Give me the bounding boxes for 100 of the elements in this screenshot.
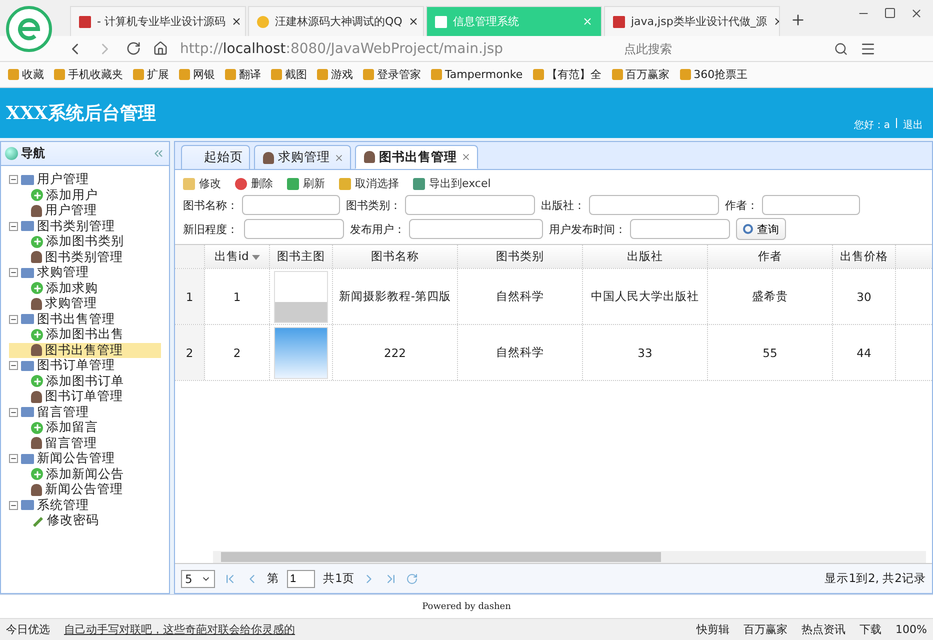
bookmark-item[interactable]: 登录管家 [363, 67, 421, 82]
status-item[interactable]: 百万赢家 [744, 622, 788, 637]
tree-item[interactable]: 添加图书订单 [9, 374, 161, 389]
close-tab-icon[interactable] [408, 16, 420, 27]
column-header[interactable]: 图书名称 [333, 245, 458, 268]
browser-logo[interactable] [6, 6, 52, 52]
tree-item[interactable]: 添加图书出售 [9, 327, 161, 342]
tree-item[interactable]: 添加求购 [9, 280, 161, 296]
column-header[interactable]: 作者 [708, 245, 833, 268]
tree-group[interactable]: 图书订单管理 [9, 358, 161, 374]
filter-field[interactable] [589, 195, 719, 215]
bookmark-item[interactable]: 百万赢家 [612, 67, 670, 82]
content-tab[interactable]: 起始页 [181, 145, 250, 169]
toolbar-button[interactable]: 导出到excel [413, 176, 491, 191]
filter-field[interactable] [405, 195, 535, 215]
toggle-icon[interactable] [9, 361, 18, 370]
browser-tab[interactable]: 汪建林源码大神调试的QQ [248, 6, 424, 36]
toolbar-button[interactable]: 刷新 [287, 176, 325, 191]
search-button[interactable]: 查询 [736, 218, 786, 240]
filter-label: 新旧程度： [183, 222, 238, 236]
toggle-icon[interactable] [9, 268, 18, 278]
content-tab[interactable]: 图书出售管理 [355, 145, 478, 169]
toggle-icon[interactable] [9, 408, 18, 417]
tree-group[interactable]: 图书出售管理 [9, 312, 161, 327]
bookmark-item[interactable]: Tampermonke [431, 68, 523, 81]
status-item[interactable]: 快剪辑 [696, 622, 730, 637]
tree-item[interactable]: 添加用户 [9, 188, 161, 203]
column-header[interactable]: 出版社 [583, 245, 708, 268]
browser-tab[interactable]: - 计算机专业毕业设计源码 [70, 6, 246, 36]
page-label: 第 [267, 571, 279, 586]
tree-group[interactable]: 求购管理 [9, 265, 161, 280]
tree-item[interactable]: 修改密码 [9, 513, 161, 528]
home-icon[interactable] [153, 41, 168, 56]
table-cell: 30 [833, 269, 896, 324]
toolbar-button[interactable]: 取消选择 [339, 176, 399, 191]
status-item[interactable]: 下载 [860, 622, 882, 637]
tree-item[interactable]: 求购管理 [9, 296, 161, 312]
tree-item[interactable]: 图书订单管理 [9, 389, 161, 404]
bookmark-item[interactable]: 翻译 [225, 67, 261, 82]
tree-item[interactable]: 留言管理 [9, 436, 161, 451]
bookmark-item[interactable]: 收藏 [8, 67, 44, 82]
bookmark-icon [612, 69, 623, 80]
column-header[interactable]: 出售id [205, 245, 270, 268]
filter-field[interactable] [244, 219, 344, 239]
tool-icon [287, 178, 299, 190]
close-tab-icon[interactable] [231, 16, 242, 27]
tree-item[interactable]: 图书类别管理 [9, 250, 161, 265]
toggle-icon[interactable] [9, 500, 18, 510]
news-link[interactable]: 自己动手写对联吧，这些奇葩对联会给你灵感的 [64, 622, 295, 637]
toggle-icon[interactable] [9, 175, 18, 184]
column-header[interactable]: 图书主图 [270, 245, 333, 268]
tree-group[interactable]: 留言管理 [9, 404, 161, 420]
tree-item[interactable]: 添加新闻公告 [9, 466, 161, 482]
status-text[interactable]: 今日优选 [6, 622, 50, 637]
bookmark-item[interactable]: 网银 [179, 67, 215, 82]
toggle-icon[interactable] [9, 222, 18, 231]
toolbar-button[interactable]: 修改 [183, 176, 221, 191]
content-tab[interactable]: 求购管理 [254, 145, 351, 169]
tree-item[interactable]: 图书出售管理 [9, 342, 161, 358]
bookmark-item[interactable]: 360抢票王 [680, 67, 748, 82]
tree-group[interactable]: 新闻公告管理 [9, 451, 161, 466]
filter-field[interactable] [242, 195, 340, 215]
bookmark-item[interactable]: 游戏 [317, 67, 353, 82]
close-icon[interactable] [910, 6, 923, 20]
tree-group[interactable]: 图书类别管理 [9, 218, 161, 234]
tree-item[interactable]: 添加留言 [9, 420, 161, 436]
new-tab-icon[interactable] [790, 12, 806, 28]
tree-item[interactable]: 新闻公告管理 [9, 482, 161, 498]
bookmark-item[interactable]: 【有范】全 [532, 67, 602, 82]
search-field[interactable]: 点此搜索 [622, 38, 822, 58]
scrollbar-thumb[interactable] [221, 552, 661, 562]
horizontal-scrollbar[interactable] [213, 551, 926, 563]
maximize-icon[interactable] [884, 6, 896, 18]
status-item[interactable]: 热点资讯 [802, 622, 846, 637]
search-icon[interactable] [834, 42, 848, 56]
add-icon [31, 282, 43, 294]
tree-item[interactable]: 添加图书类别 [9, 234, 161, 250]
filter-field[interactable] [409, 219, 543, 239]
browser-tab[interactable]: java,jsp类毕业设计代做_源 [604, 6, 780, 36]
toolbar-button[interactable]: 删除 [235, 176, 273, 191]
column-header[interactable]: 图书类别 [458, 245, 583, 268]
page-size-select[interactable]: 5 [181, 570, 215, 588]
bookmark-item[interactable]: 手机收藏夹 [54, 67, 123, 82]
menu-icon[interactable] [860, 40, 876, 56]
toggle-icon[interactable] [9, 454, 18, 464]
tree-group[interactable]: 系统管理 [9, 498, 161, 513]
column-header[interactable]: 出售价格 [833, 245, 896, 268]
bookmark-icon [363, 69, 374, 80]
filter-field[interactable] [762, 195, 860, 215]
toggle-icon[interactable] [9, 314, 18, 324]
address-field[interactable]: http://localhost:8080/JavaWebProject/main.jsp [180, 38, 610, 60]
user-icon [31, 204, 42, 217]
tree-group[interactable]: 用户管理 [9, 172, 161, 188]
reload-icon[interactable] [126, 41, 141, 56]
bookmark-item[interactable]: 扩展 [133, 67, 169, 82]
zoom-level[interactable]: 100% [896, 623, 927, 636]
bookmark-item[interactable]: 截图 [271, 67, 307, 82]
filter-field[interactable] [630, 219, 730, 239]
tree-item[interactable]: 用户管理 [9, 203, 161, 218]
page-field[interactable]: 1 [287, 570, 315, 588]
